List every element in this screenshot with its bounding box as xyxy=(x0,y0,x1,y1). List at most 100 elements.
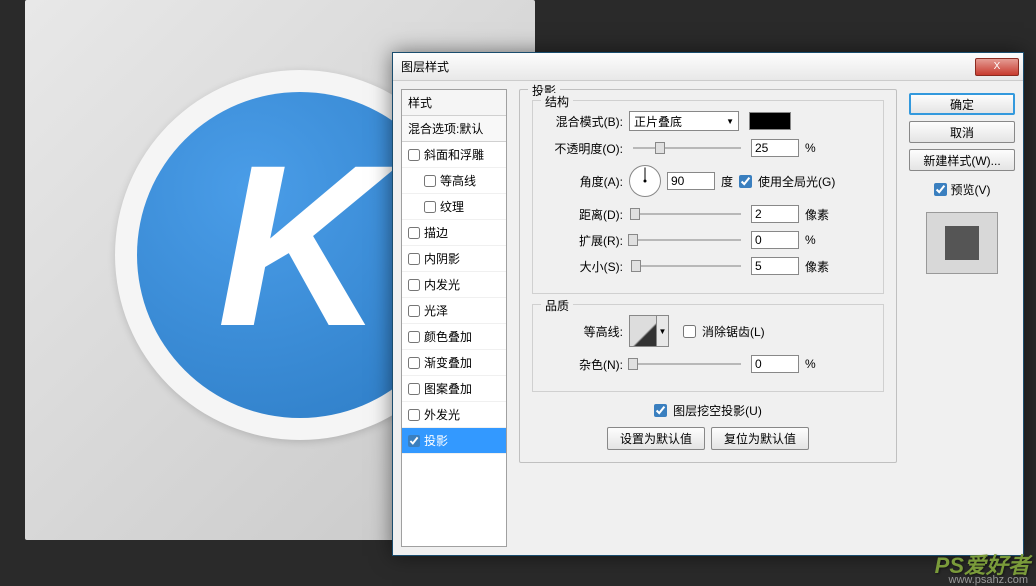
size-unit: 像素 xyxy=(805,258,833,275)
style-item-0[interactable]: 斜面和浮雕 xyxy=(402,142,506,168)
distance-slider[interactable] xyxy=(633,213,741,215)
noise-input[interactable]: 0 xyxy=(751,355,799,373)
knockout-checkbox[interactable] xyxy=(654,404,667,417)
global-light-label: 使用全局光(G) xyxy=(758,173,835,190)
new-style-button[interactable]: 新建样式(W)... xyxy=(909,149,1015,171)
distance-input[interactable]: 2 xyxy=(751,205,799,223)
style-checkbox[interactable] xyxy=(408,253,420,265)
angle-dial[interactable] xyxy=(629,165,661,197)
dialog-titlebar[interactable]: 图层样式 X xyxy=(393,53,1023,81)
drop-shadow-section: 投影 结构 混合模式(B): 正片叠底 ▼ 不透明度(O): xyxy=(519,89,897,463)
angle-input[interactable]: 90 xyxy=(667,172,715,190)
style-label: 图案叠加 xyxy=(424,380,472,397)
structure-fieldset: 结构 混合模式(B): 正片叠底 ▼ 不透明度(O): 25 % xyxy=(532,100,884,294)
distance-label: 距离(D): xyxy=(545,206,623,223)
blend-mode-value: 正片叠底 xyxy=(634,113,682,130)
style-item-5[interactable]: 内发光 xyxy=(402,272,506,298)
cancel-button[interactable]: 取消 xyxy=(909,121,1015,143)
style-checkbox[interactable] xyxy=(408,383,420,395)
opacity-input[interactable]: 25 xyxy=(751,139,799,157)
style-checkbox[interactable] xyxy=(408,331,420,343)
spread-slider[interactable] xyxy=(633,239,741,241)
knockout-label: 图层挖空投影(U) xyxy=(673,402,762,419)
antialias-label: 消除锯齿(L) xyxy=(702,323,765,340)
spread-unit: % xyxy=(805,233,833,247)
style-label: 描边 xyxy=(424,224,448,241)
spread-input[interactable]: 0 xyxy=(751,231,799,249)
angle-unit: 度 xyxy=(721,173,733,190)
opacity-label: 不透明度(O): xyxy=(545,140,623,157)
chevron-down-icon: ▼ xyxy=(726,117,734,126)
style-label: 渐变叠加 xyxy=(424,354,472,371)
size-slider[interactable] xyxy=(633,265,741,267)
style-label: 投影 xyxy=(424,432,448,449)
styles-header[interactable]: 样式 xyxy=(402,90,506,116)
style-checkbox[interactable] xyxy=(408,279,420,291)
shadow-color-swatch[interactable] xyxy=(749,112,791,130)
size-label: 大小(S): xyxy=(545,258,623,275)
watermark-url: www.psahz.com xyxy=(949,574,1028,586)
reset-default-button[interactable]: 复位为默认值 xyxy=(711,427,809,450)
contour-picker[interactable]: ▼ xyxy=(629,315,669,347)
style-checkbox[interactable] xyxy=(408,435,420,447)
quality-fieldset: 品质 等高线: ▼ 消除锯齿(L) 杂色(N): 0 % xyxy=(532,304,884,392)
style-label: 光泽 xyxy=(424,302,448,319)
styles-list-panel: 样式 混合选项:默认 斜面和浮雕等高线纹理描边内阴影内发光光泽颜色叠加渐变叠加图… xyxy=(401,89,507,547)
dialog-body: 样式 混合选项:默认 斜面和浮雕等高线纹理描边内阴影内发光光泽颜色叠加渐变叠加图… xyxy=(393,81,1023,555)
angle-label: 角度(A): xyxy=(545,173,623,190)
set-default-button[interactable]: 设置为默认值 xyxy=(607,427,705,450)
style-item-10[interactable]: 外发光 xyxy=(402,402,506,428)
blend-mode-select[interactable]: 正片叠底 ▼ xyxy=(629,111,739,131)
layer-style-dialog: 图层样式 X 样式 混合选项:默认 斜面和浮雕等高线纹理描边内阴影内发光光泽颜色… xyxy=(392,52,1024,556)
style-label: 纹理 xyxy=(440,198,464,215)
ok-button[interactable]: 确定 xyxy=(909,93,1015,115)
noise-slider[interactable] xyxy=(633,363,741,365)
action-panel: 确定 取消 新建样式(W)... 预览(V) xyxy=(909,89,1015,547)
noise-label: 杂色(N): xyxy=(545,356,623,373)
style-checkbox[interactable] xyxy=(424,175,436,187)
size-input[interactable]: 5 xyxy=(751,257,799,275)
style-checkbox[interactable] xyxy=(408,227,420,239)
style-item-1[interactable]: 等高线 xyxy=(402,168,506,194)
dialog-title: 图层样式 xyxy=(401,58,975,75)
opacity-unit: % xyxy=(805,141,833,155)
blend-mode-label: 混合模式(B): xyxy=(545,113,623,130)
style-label: 外发光 xyxy=(424,406,460,423)
style-item-6[interactable]: 光泽 xyxy=(402,298,506,324)
preview-checkbox[interactable] xyxy=(934,183,947,196)
preview-label: 预览(V) xyxy=(951,181,991,198)
style-label: 等高线 xyxy=(440,172,476,189)
quality-legend: 品质 xyxy=(541,297,573,314)
style-checkbox[interactable] xyxy=(408,409,420,421)
close-button[interactable]: X xyxy=(975,58,1019,76)
preview-box xyxy=(926,212,998,274)
opacity-slider[interactable] xyxy=(633,147,741,149)
style-checkbox[interactable] xyxy=(408,305,420,317)
antialias-checkbox[interactable] xyxy=(683,325,696,338)
blending-options-item[interactable]: 混合选项:默认 xyxy=(402,116,506,142)
global-light-checkbox[interactable] xyxy=(739,175,752,188)
style-item-11[interactable]: 投影 xyxy=(402,428,506,454)
style-item-3[interactable]: 描边 xyxy=(402,220,506,246)
style-item-4[interactable]: 内阴影 xyxy=(402,246,506,272)
spread-label: 扩展(R): xyxy=(545,232,623,249)
letter-k: K xyxy=(217,113,383,378)
style-item-9[interactable]: 图案叠加 xyxy=(402,376,506,402)
noise-unit: % xyxy=(805,357,833,371)
settings-panel: 投影 结构 混合模式(B): 正片叠底 ▼ 不透明度(O): xyxy=(515,89,901,547)
style-item-7[interactable]: 颜色叠加 xyxy=(402,324,506,350)
style-label: 斜面和浮雕 xyxy=(424,146,484,163)
style-label: 颜色叠加 xyxy=(424,328,472,345)
style-item-2[interactable]: 纹理 xyxy=(402,194,506,220)
preview-swatch xyxy=(945,226,979,260)
style-checkbox[interactable] xyxy=(408,357,420,369)
contour-label: 等高线: xyxy=(545,323,623,340)
style-checkbox[interactable] xyxy=(424,201,436,213)
structure-legend: 结构 xyxy=(541,93,573,110)
style-label: 内阴影 xyxy=(424,250,460,267)
style-item-8[interactable]: 渐变叠加 xyxy=(402,350,506,376)
distance-unit: 像素 xyxy=(805,206,833,223)
style-label: 内发光 xyxy=(424,276,460,293)
style-checkbox[interactable] xyxy=(408,149,420,161)
chevron-down-icon: ▼ xyxy=(656,316,668,346)
